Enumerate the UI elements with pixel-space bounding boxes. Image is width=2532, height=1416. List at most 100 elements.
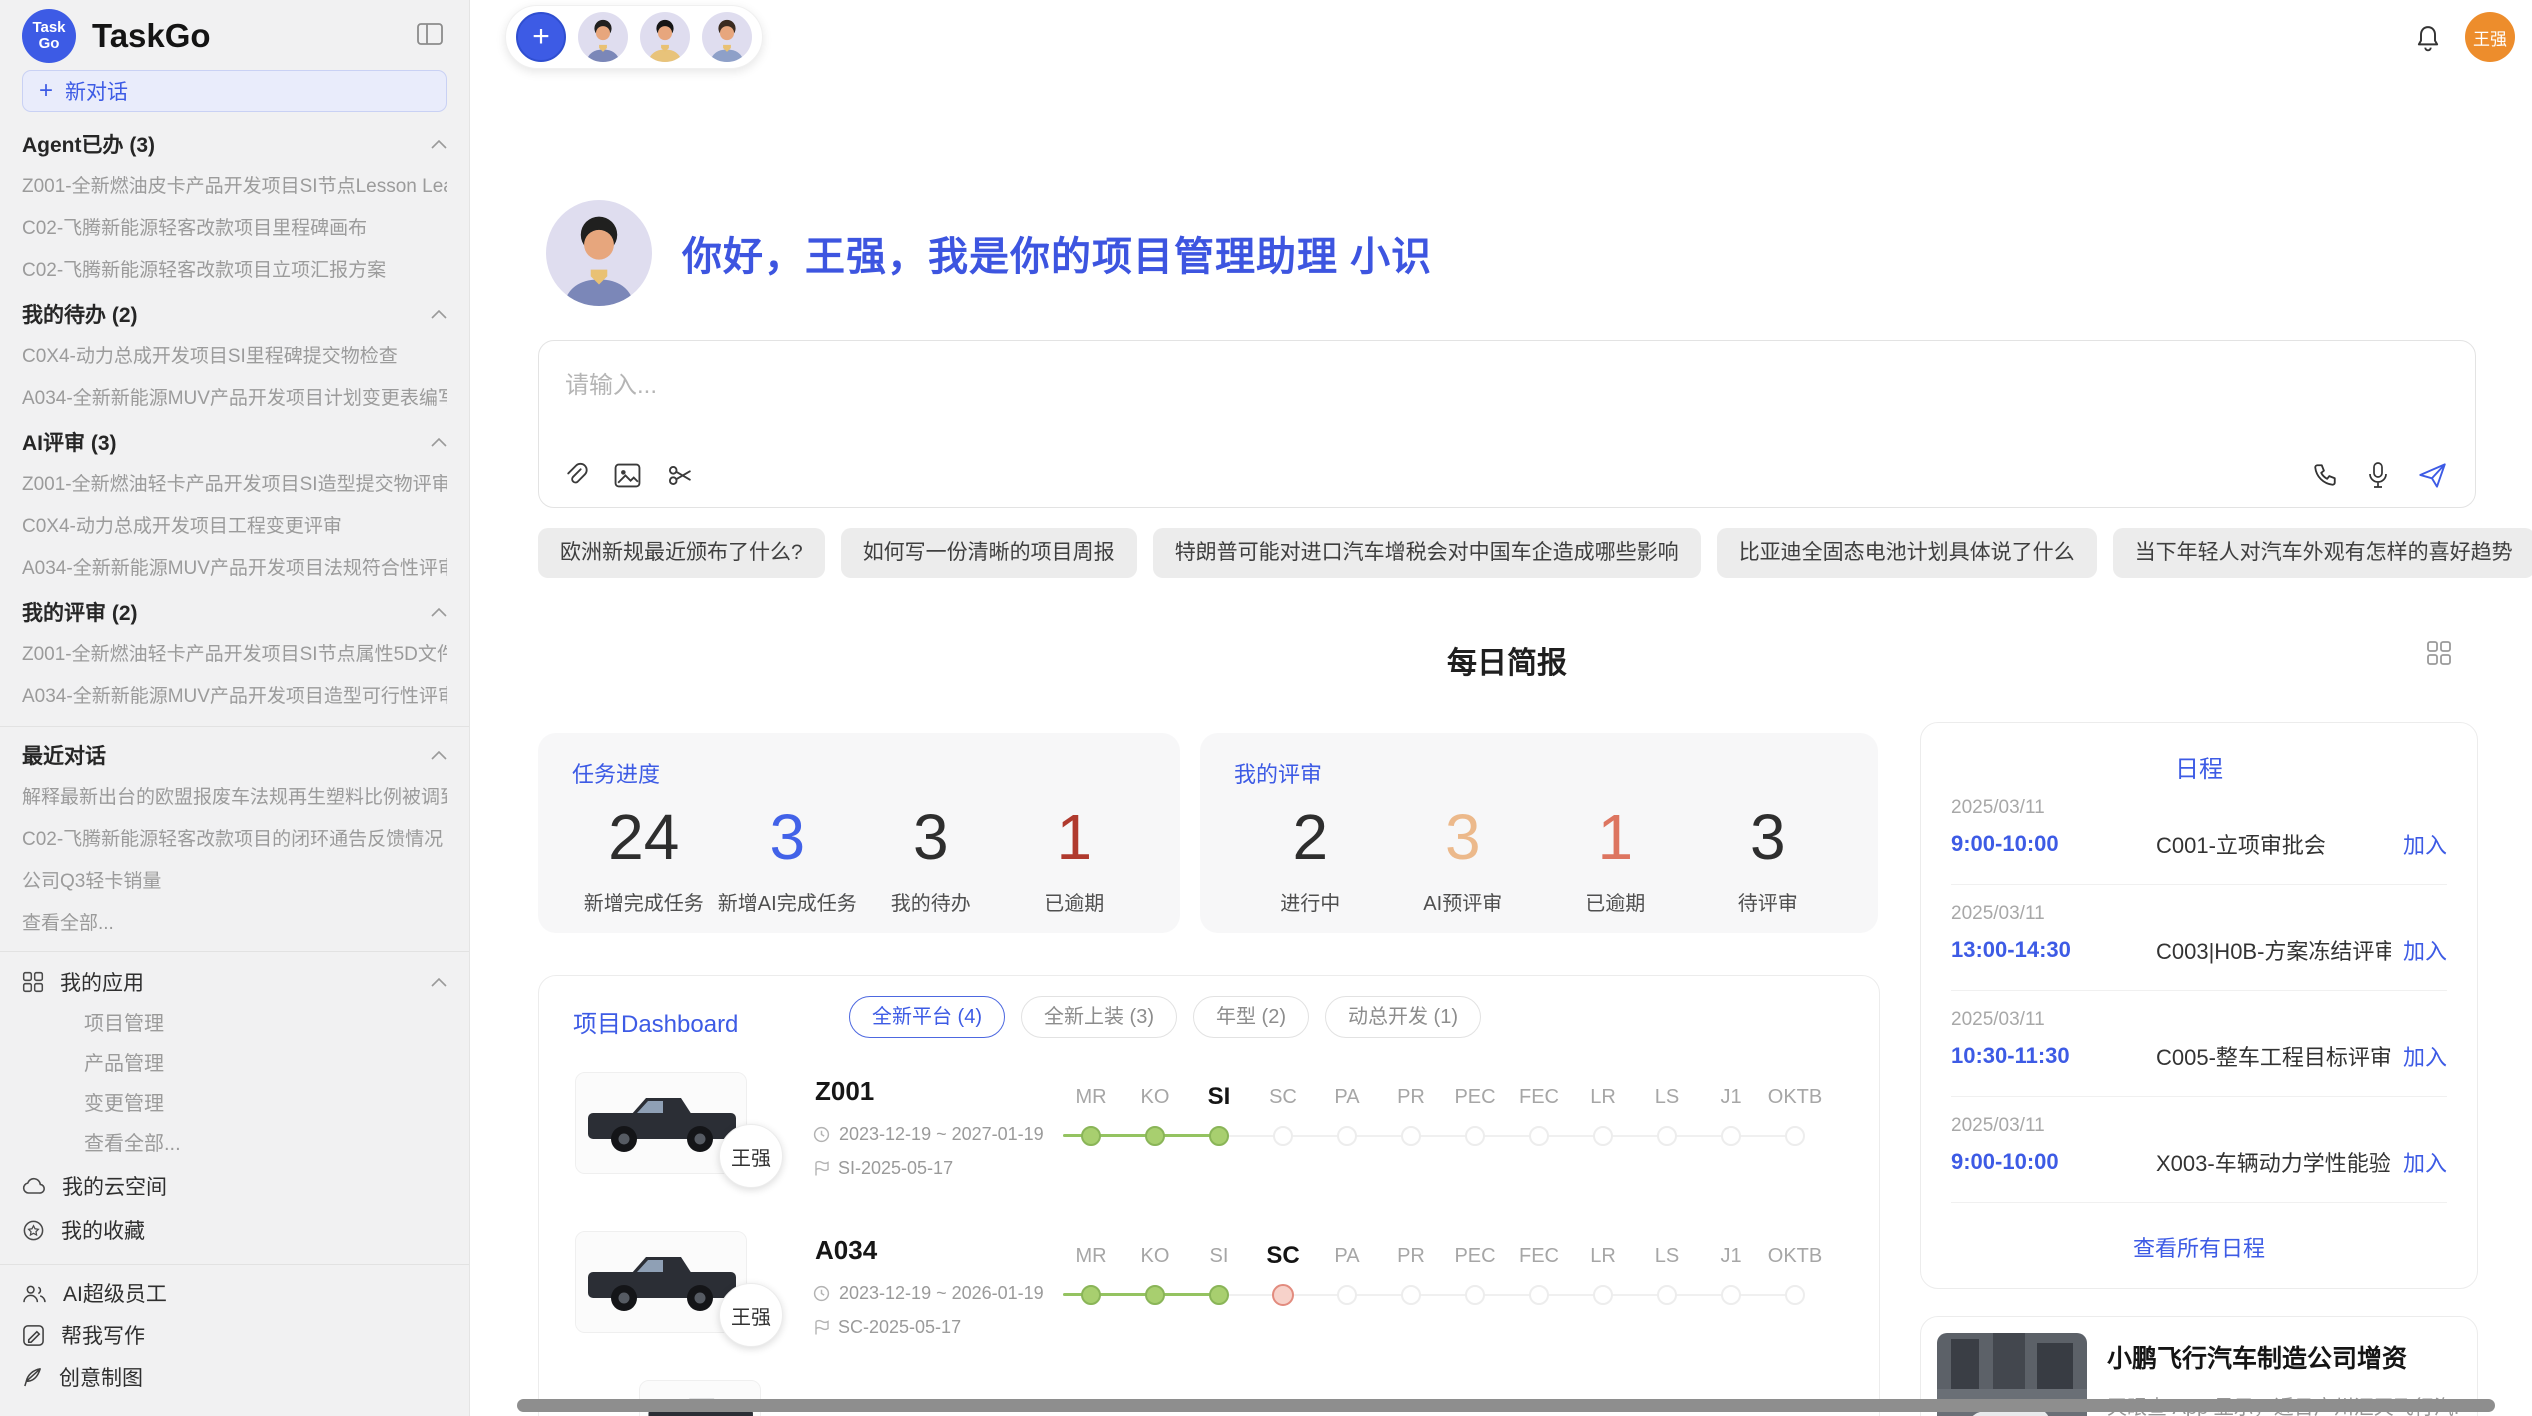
milestone: MR <box>1059 1243 1123 1333</box>
chevron-up-icon <box>431 608 447 617</box>
event-date: 2025/03/11 <box>1951 903 2447 925</box>
recent-chat-item[interactable]: 解释最新出台的欧盟报废车法规再生塑料比例被调到15%... <box>22 787 447 809</box>
suggestion-chip[interactable]: 如何写一份清晰的项目周报 <box>841 528 1137 578</box>
project-row[interactable]: 王强 Z001 2023-12-19 ~ 2027-01-19 SI-2025-… <box>575 1072 1849 1197</box>
sidebar-item-ai-super-staff[interactable]: AI超级员工 <box>22 1279 447 1307</box>
section-title: AI评审 (3) <box>22 427 117 457</box>
sidebar-item-my-apps[interactable]: 我的应用 <box>22 968 447 996</box>
stat-pending-review: 3待评审 <box>1692 797 1845 916</box>
section-my-todo[interactable]: 我的待办 (2) <box>22 302 447 326</box>
screenshot-scissors-icon[interactable] <box>667 462 694 489</box>
sidebar-item[interactable]: Z001-全新燃油皮卡产品开发项目SI节点Lesson Learn报告 <box>22 176 447 198</box>
new-chat-label: 新对话 <box>65 76 128 106</box>
agent-avatar-3[interactable] <box>702 12 752 62</box>
sidebar-item[interactable]: C02-飞腾新能源轻客改款项目里程碑画布 <box>22 218 447 240</box>
sidebar-item[interactable]: A034-全新新能源MUV产品开发项目计划变更表编写 <box>22 388 447 410</box>
section-recent-chats[interactable]: 最近对话 <box>22 743 447 767</box>
chevron-up-icon <box>431 140 447 149</box>
layout-grid-icon[interactable] <box>2426 640 2452 671</box>
join-link[interactable]: 加入 <box>2403 934 2447 966</box>
sidebar-collapse-icon[interactable] <box>413 19 447 54</box>
event-time: 9:00-10:00 <box>1951 831 2156 857</box>
recent-chat-item[interactable]: 公司Q3轻卡销量 <box>22 871 447 893</box>
agent-avatar-2[interactable] <box>640 12 690 62</box>
agent-switcher: + <box>505 5 763 69</box>
user-avatar[interactable]: 王强 <box>2465 12 2515 62</box>
view-all-schedule-link[interactable]: 查看所有日程 <box>1951 1231 2447 1263</box>
sidebar-item[interactable]: C0X4-动力总成开发项目工程变更评审 <box>22 516 447 538</box>
filter-year-model[interactable]: 年型 (2) <box>1193 996 1309 1038</box>
join-link[interactable]: 加入 <box>2403 1146 2447 1178</box>
composer-left-tools <box>563 462 694 489</box>
attach-file-icon[interactable] <box>563 462 588 489</box>
filter-new-platform[interactable]: 全新平台 (4) <box>849 996 1005 1038</box>
assistant-avatar <box>546 200 652 306</box>
chat-input-box[interactable]: 请输入... <box>538 340 2476 508</box>
milestone: SI <box>1187 1084 1251 1174</box>
sidebar-item[interactable]: C0X4-动力总成开发项目SI里程碑提交物检查 <box>22 346 447 368</box>
sidebar-item-creative-draw[interactable]: 创意制图 <box>22 1363 447 1391</box>
milestone: PA <box>1315 1243 1379 1333</box>
milestone: PR <box>1379 1243 1443 1333</box>
schedule-event: 2025/03/11 10:30-11:30 C005-整车工程目标评审 加入 <box>1951 991 2447 1097</box>
logo-line-2: Go <box>39 36 60 52</box>
apps-view-all[interactable]: 查看全部... <box>22 1132 447 1156</box>
horizontal-scrollbar-thumb[interactable] <box>517 1399 2495 1412</box>
notification-bell-icon[interactable] <box>2415 25 2441 58</box>
section-agent-done[interactable]: Agent已办 (3) <box>22 132 447 156</box>
cloud-space-label: 我的云空间 <box>62 1171 167 1201</box>
stat-ai-prereview: 3AI预评审 <box>1387 797 1540 916</box>
event-time: 13:00-14:30 <box>1951 937 2156 963</box>
filter-new-body[interactable]: 全新上装 (3) <box>1021 996 1177 1038</box>
badge-star-icon <box>22 1219 45 1242</box>
recent-chat-item[interactable]: C02-飞腾新能源轻客改款项目的闭环通告反馈情况 <box>22 829 447 851</box>
sidebar-item-favorites[interactable]: 我的收藏 <box>22 1216 447 1244</box>
new-chat-button[interactable]: + 新对话 <box>22 70 447 112</box>
sidebar-item[interactable]: A034-全新新能源MUV产品开发项目造型可行性评审 <box>22 686 447 708</box>
suggestion-chip[interactable]: 欧洲新规最近颁布了什么? <box>538 528 825 578</box>
join-link[interactable]: 加入 <box>2403 828 2447 860</box>
stat-review-overdue: 1已逾期 <box>1539 797 1692 916</box>
agent-avatar-1[interactable] <box>578 12 628 62</box>
suggestion-chip[interactable]: 特朗普可能对进口汽车增税会对中国车企造成哪些影响 <box>1153 528 1701 578</box>
section-my-review[interactable]: 我的评审 (2) <box>22 600 447 624</box>
suggestion-chip[interactable]: 当下年轻人对汽车外观有怎样的喜好趋势 <box>2113 528 2532 578</box>
event-time: 10:30-11:30 <box>1951 1043 2156 1069</box>
stat-in-progress: 2进行中 <box>1234 797 1387 916</box>
section-ai-review[interactable]: AI评审 (3) <box>22 430 447 454</box>
project-row[interactable]: 王强 A034 2023-12-19 ~ 2026-01-19 SC-2025-… <box>575 1231 1849 1356</box>
sidebar-item[interactable]: Z001-全新燃油轻卡产品开发项目SI节点属性5D文件评审 <box>22 644 447 666</box>
sidebar-item-help-write[interactable]: 帮我写作 <box>22 1321 447 1349</box>
phone-call-icon[interactable] <box>2312 462 2338 488</box>
project-owner-badge: 王强 <box>719 1283 783 1347</box>
milestone: J1 <box>1699 1084 1763 1174</box>
project-code: Z001 <box>815 1076 874 1107</box>
app-root: Task Go TaskGo + 新对话 Agent已办 (3) Z001-全新… <box>0 0 2532 1416</box>
dashboard-filters: 全新平台 (4) 全新上装 (3) 年型 (2) 动总开发 (1) <box>849 996 1481 1038</box>
divider <box>0 951 469 952</box>
sidebar-item[interactable]: A034-全新新能源MUV产品开发项目法规符合性评审 <box>22 558 447 580</box>
clock-icon <box>813 1126 830 1143</box>
filter-powertrain[interactable]: 动总开发 (1) <box>1325 996 1481 1038</box>
milestone: SC <box>1251 1084 1315 1174</box>
recent-view-all[interactable]: 查看全部... <box>22 913 447 935</box>
divider <box>0 1264 469 1265</box>
flag-icon <box>813 1319 829 1336</box>
sidebar-item[interactable]: Z001-全新燃油轻卡产品开发项目SI造型提交物评审 <box>22 474 447 496</box>
app-item-product-mgmt[interactable]: 产品管理 <box>22 1052 447 1076</box>
send-icon[interactable] <box>2418 462 2447 489</box>
attach-image-icon[interactable] <box>614 463 641 488</box>
section-title: Agent已办 (3) <box>22 129 155 159</box>
sidebar-item[interactable]: C02-飞腾新能源轻客改款项目立项汇报方案 <box>22 260 447 282</box>
app-item-project-mgmt[interactable]: 项目管理 <box>22 1012 447 1036</box>
stat-ai-done: 3新增AI完成任务 <box>716 797 860 916</box>
composer-right-tools <box>2312 461 2447 489</box>
greeting-text: 你好，王强，我是你的项目管理助理 小识 <box>682 224 1432 282</box>
join-link[interactable]: 加入 <box>2403 1040 2447 1072</box>
microphone-icon[interactable] <box>2366 461 2390 489</box>
sidebar-item-cloud-space[interactable]: 我的云空间 <box>22 1172 447 1200</box>
add-agent-button[interactable]: + <box>516 12 566 62</box>
app-item-change-mgmt[interactable]: 变更管理 <box>22 1092 447 1116</box>
suggestion-chip[interactable]: 比亚迪全固态电池计划具体说了什么 <box>1717 528 2097 578</box>
sidebar: Task Go TaskGo + 新对话 Agent已办 (3) Z001-全新… <box>0 0 470 1416</box>
